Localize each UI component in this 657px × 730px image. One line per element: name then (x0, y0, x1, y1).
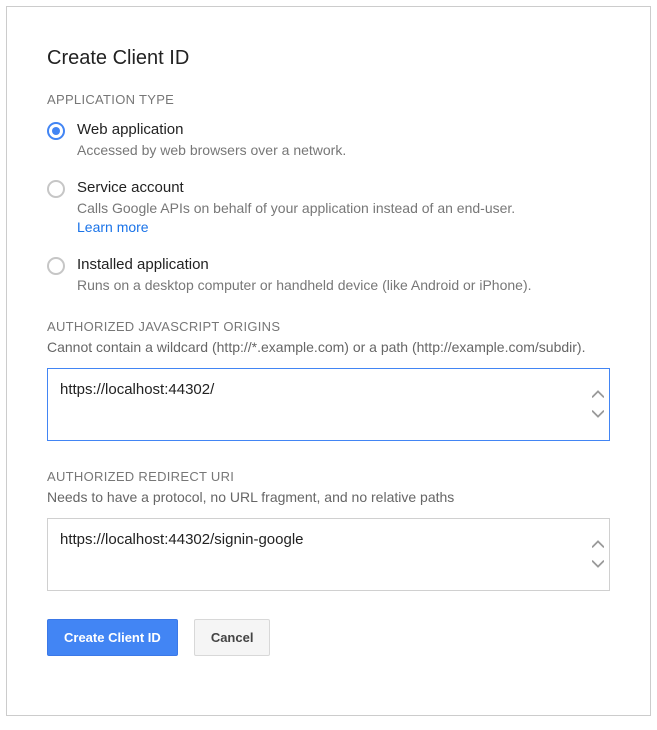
javascript-origins-field: AUTHORIZED JAVASCRIPT ORIGINS Cannot con… (47, 319, 610, 441)
radio-description: Calls Google APIs on behalf of your appl… (77, 199, 610, 238)
radio-indicator (47, 257, 65, 275)
radio-service-account[interactable]: Service account Calls Google APIs on beh… (47, 179, 610, 238)
radio-installed-application[interactable]: Installed application Runs on a desktop … (47, 256, 610, 296)
radio-label: Service account (77, 179, 610, 196)
redirect-uri-input-wrap (47, 518, 610, 591)
radio-label: Installed application (77, 256, 610, 273)
chevron-up-icon[interactable] (591, 389, 605, 401)
button-row: Create Client ID Cancel (47, 619, 610, 656)
chevron-up-icon[interactable] (591, 539, 605, 551)
radio-description: Runs on a desktop computer or handheld d… (77, 276, 610, 296)
js-origins-label: AUTHORIZED JAVASCRIPT ORIGINS (47, 319, 610, 334)
radio-dot-icon (52, 127, 60, 135)
js-origins-input[interactable] (48, 369, 609, 435)
redirect-uri-label: AUTHORIZED REDIRECT URI (47, 469, 610, 484)
dialog-title: Create Client ID (47, 47, 610, 70)
scroll-arrows (591, 539, 605, 569)
create-client-id-dialog: Create Client ID APPLICATION TYPE Web ap… (6, 6, 651, 716)
radio-indicator-selected (47, 122, 65, 140)
radio-description: Accessed by web browsers over a network. (77, 141, 610, 161)
scroll-arrows (591, 389, 605, 419)
radio-web-application[interactable]: Web application Accessed by web browsers… (47, 121, 610, 161)
create-client-id-button[interactable]: Create Client ID (47, 619, 178, 656)
redirect-uri-field: AUTHORIZED REDIRECT URI Needs to have a … (47, 469, 610, 591)
chevron-down-icon[interactable] (591, 557, 605, 569)
redirect-uri-help: Needs to have a protocol, no URL fragmen… (47, 488, 610, 508)
learn-more-link[interactable]: Learn more (77, 219, 149, 235)
application-type-label: APPLICATION TYPE (47, 92, 610, 107)
radio-indicator (47, 180, 65, 198)
js-origins-input-wrap (47, 368, 610, 441)
radio-label: Web application (77, 121, 610, 138)
redirect-uri-input[interactable] (48, 519, 609, 585)
cancel-button[interactable]: Cancel (194, 619, 271, 656)
chevron-down-icon[interactable] (591, 407, 605, 419)
js-origins-help: Cannot contain a wildcard (http://*.exam… (47, 338, 610, 358)
application-type-radio-group: Web application Accessed by web browsers… (47, 121, 610, 295)
